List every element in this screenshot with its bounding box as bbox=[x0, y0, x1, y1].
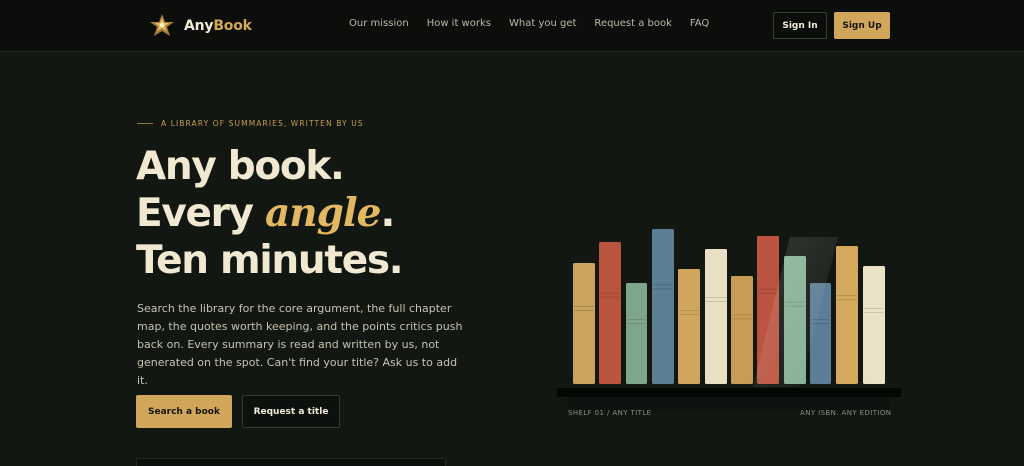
shelf-caption-left: SHELF 01 / ANY TITLE bbox=[568, 409, 652, 417]
book-spine bbox=[678, 269, 700, 384]
book-spine bbox=[626, 283, 647, 384]
bookshelf-illustration: SHELF 01 / ANY TITLE ANY ISBN. ANY EDITI… bbox=[0, 0, 1024, 466]
book-spine bbox=[599, 242, 621, 384]
book-spine bbox=[731, 276, 753, 384]
shelf-caption-right: ANY ISBN. ANY EDITION bbox=[800, 409, 892, 417]
book-spine bbox=[573, 263, 595, 384]
bookshelf-svg bbox=[557, 229, 901, 411]
book-spine bbox=[705, 249, 727, 384]
book-spine bbox=[863, 266, 885, 384]
book-spine bbox=[652, 229, 674, 384]
book-spine bbox=[836, 246, 858, 384]
shelf-board bbox=[557, 388, 901, 397]
